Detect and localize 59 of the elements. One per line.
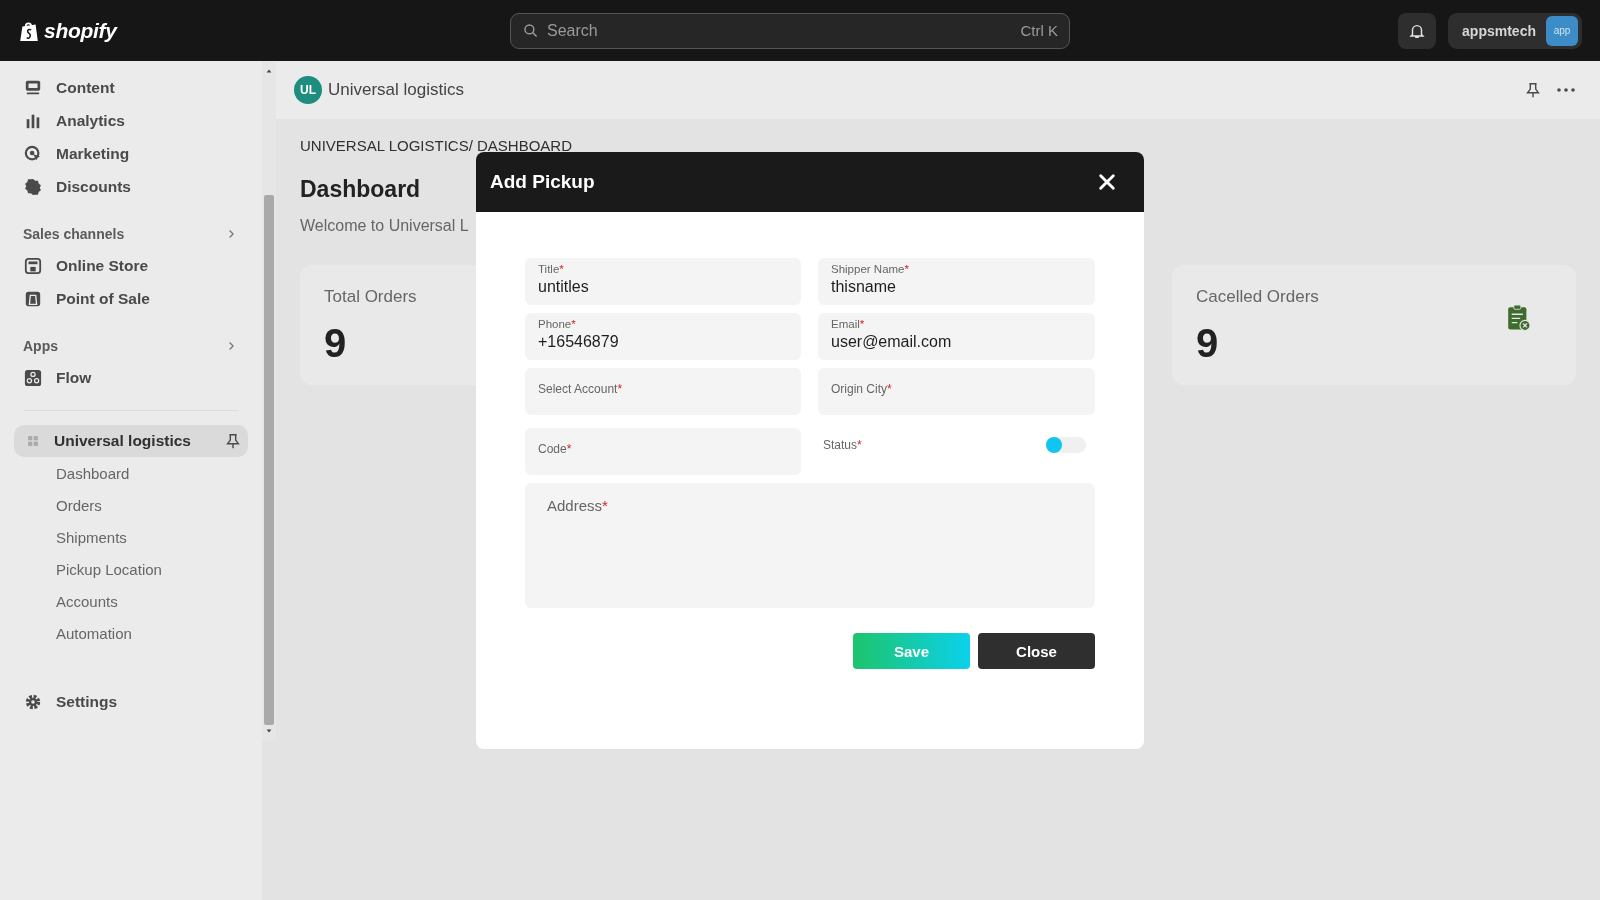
- card-label: Total Orders: [324, 287, 417, 307]
- modal-title: Add Pickup: [490, 171, 595, 193]
- nav-subitem[interactable]: Automation: [14, 617, 248, 649]
- up-arrow-icon[interactable]: [264, 67, 274, 75]
- breadcrumb: UNIVERSAL LOGISTICS/ DASHBOARD: [300, 137, 573, 154]
- welcome-text: Welcome to Universal L: [300, 217, 470, 235]
- field-label: Status*: [823, 437, 862, 452]
- close-icon: [1098, 173, 1116, 191]
- section-heading[interactable]: Apps: [14, 331, 248, 361]
- close-button[interactable]: [1096, 171, 1118, 193]
- section-heading[interactable]: Sales channels: [14, 219, 248, 249]
- nav-item[interactable]: Marketing: [14, 137, 248, 170]
- card-label: Cacelled Orders: [1196, 287, 1319, 307]
- scrollbar-thumb[interactable]: [264, 195, 274, 725]
- card-value: 9: [324, 321, 348, 366]
- nav-item[interactable]: Analytics: [14, 104, 248, 137]
- nav-item[interactable]: Discounts: [14, 170, 248, 203]
- search-icon: [523, 22, 539, 39]
- nav-subitem[interactable]: Accounts: [14, 585, 248, 617]
- store-icon: [24, 256, 42, 275]
- pin-icon[interactable]: [1524, 81, 1542, 99]
- down-arrow-icon[interactable]: [264, 727, 274, 735]
- avatar-badge: app: [1546, 15, 1578, 46]
- nav-subitem[interactable]: Pickup Location: [14, 553, 248, 585]
- app-title: Universal logistics: [328, 80, 465, 100]
- address-field[interactable]: Address*: [525, 483, 1095, 608]
- gear-icon: [24, 692, 42, 711]
- nav-item[interactable]: Content: [14, 71, 248, 104]
- badge-icon: [24, 177, 42, 196]
- close-button[interactable]: Close: [978, 633, 1095, 669]
- notifications-button[interactable]: [1398, 12, 1437, 49]
- input-field[interactable]: Phone* +16546879: [525, 313, 801, 360]
- input-field[interactable]: Code*: [525, 428, 801, 475]
- card-value: 9: [1196, 321, 1220, 366]
- nav-subitem[interactable]: Orders: [14, 489, 248, 521]
- input-field[interactable]: Origin City*: [818, 368, 1095, 415]
- logo-text: shopify: [44, 18, 117, 43]
- nav-item[interactable]: Point of Sale: [14, 282, 248, 315]
- nav-item[interactable]: Settings: [14, 685, 248, 718]
- shortcut-hint: Ctrl K: [1020, 21, 1058, 39]
- toggle-switch[interactable]: [1046, 436, 1086, 453]
- target-icon: [24, 144, 42, 163]
- pin-icon[interactable]: [224, 432, 242, 450]
- grid-icon: [26, 434, 40, 448]
- input-field[interactable]: Title* untitles: [525, 258, 801, 305]
- flow-icon: [24, 368, 42, 387]
- monitor-icon: [24, 78, 42, 97]
- page-heading: Dashboard: [300, 176, 421, 203]
- app-nav-item[interactable]: Universal logistics: [14, 425, 248, 457]
- nav-item[interactable]: Flow: [14, 361, 248, 394]
- input-field[interactable]: Email* user@email.com: [818, 313, 1095, 360]
- input-field[interactable]: Select Account*: [525, 368, 801, 415]
- nav-subitem[interactable]: Shipments: [14, 521, 248, 553]
- app-avatar: UL: [294, 76, 322, 104]
- bag-icon: [24, 289, 42, 308]
- input-field[interactable]: Shipper Name* thisname: [818, 258, 1095, 305]
- nav-subitem[interactable]: Dashboard: [14, 457, 248, 489]
- account-button[interactable]: appsmtech app: [1448, 12, 1582, 49]
- nav-item[interactable]: Online Store: [14, 249, 248, 282]
